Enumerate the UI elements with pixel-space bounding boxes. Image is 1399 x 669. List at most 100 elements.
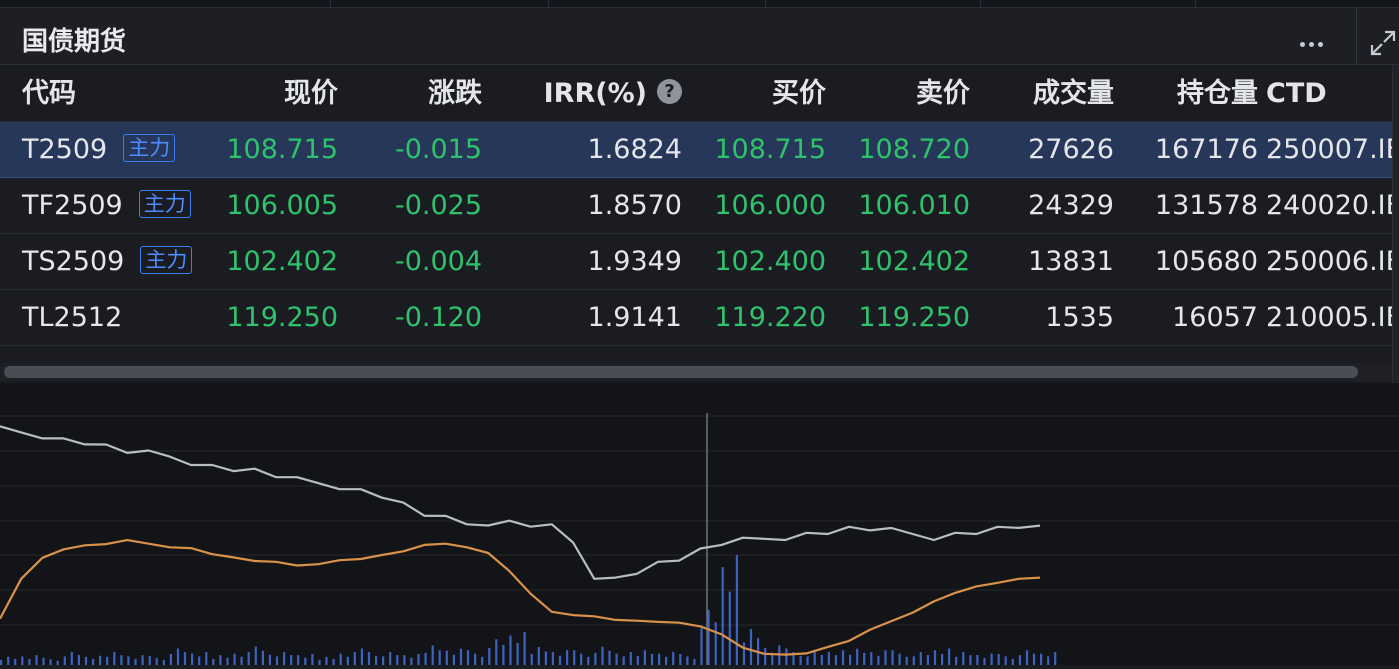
table-row[interactable]: T2509 主力 108.715 -0.015 1.6824 108.715 10… bbox=[0, 122, 1392, 178]
volume-bar bbox=[728, 591, 731, 665]
volume-bar bbox=[63, 656, 66, 665]
volume-bar bbox=[544, 651, 547, 665]
volume-bar bbox=[962, 651, 965, 665]
ctd-cell: 250006.IB bbox=[1266, 246, 1392, 277]
volume-bar bbox=[898, 653, 901, 665]
change-cell: -0.004 bbox=[394, 246, 482, 277]
volume-bar bbox=[1018, 655, 1021, 665]
volume-bar bbox=[445, 650, 448, 665]
vertical-scrollbar[interactable] bbox=[1392, 65, 1399, 383]
volume-bar bbox=[134, 658, 137, 665]
volume-bar bbox=[84, 656, 88, 665]
volume-bar bbox=[77, 655, 80, 665]
contract-code-cell: T2509 主力 bbox=[22, 122, 202, 178]
volume-bar bbox=[721, 567, 724, 665]
volume-bar bbox=[353, 651, 356, 665]
volume-bar bbox=[650, 654, 654, 665]
col-header-price[interactable]: 现价 bbox=[180, 65, 338, 122]
volume-bar bbox=[1040, 653, 1043, 665]
ask-cell: 108.720 bbox=[858, 134, 970, 165]
contract-code: T2509 bbox=[22, 134, 108, 165]
panel-title: 国债期货 bbox=[22, 27, 127, 57]
volume-bar bbox=[141, 655, 144, 665]
contract-code-cell: TF2509 主力 bbox=[22, 178, 202, 234]
contract-code-cell: TS2509 主力 bbox=[22, 234, 202, 290]
open-interest-cell: 105680 bbox=[1154, 246, 1258, 277]
volume-bar bbox=[615, 653, 618, 665]
volume-bar bbox=[665, 656, 668, 665]
col-header-ask[interactable]: 卖价 bbox=[830, 65, 970, 122]
volume-bar bbox=[325, 656, 328, 665]
volume-bar bbox=[933, 650, 937, 665]
volume-bar bbox=[304, 657, 307, 665]
contract-code: TS2509 bbox=[22, 246, 125, 277]
volume-bar bbox=[827, 651, 830, 665]
col-header-code[interactable]: 代码 bbox=[22, 65, 202, 122]
volume-bar bbox=[410, 657, 413, 665]
volume-bar bbox=[42, 657, 45, 665]
question-circle-icon[interactable]: ? bbox=[657, 79, 682, 104]
volume-bar bbox=[339, 653, 342, 665]
volume-bar bbox=[113, 651, 116, 665]
volume-bar bbox=[905, 656, 908, 665]
volume-bar bbox=[820, 655, 823, 665]
col-header-bid[interactable]: 买价 bbox=[690, 65, 826, 122]
top-strip bbox=[0, 0, 1399, 8]
volume-bar bbox=[714, 622, 717, 665]
volume-bar bbox=[551, 652, 554, 665]
volume-bar bbox=[240, 656, 243, 665]
volume-bar bbox=[481, 656, 484, 665]
volume-bar bbox=[841, 650, 845, 665]
main-contract-badge: 主力 bbox=[123, 133, 176, 162]
ask-cell: 119.250 bbox=[858, 302, 970, 333]
volume-bar bbox=[629, 652, 632, 665]
table-row[interactable]: TL2512 119.250 -0.120 1.9141 119.220 119… bbox=[0, 290, 1392, 346]
intraday-chart-svg bbox=[0, 413, 1399, 665]
volume-bar bbox=[254, 646, 257, 665]
volume-cell: 24329 bbox=[1028, 190, 1114, 221]
volume-bar bbox=[49, 659, 52, 665]
volume-bar bbox=[672, 651, 675, 665]
col-header-change[interactable]: 涨跌 bbox=[340, 65, 482, 122]
volume-bar bbox=[566, 650, 569, 665]
volume-bar bbox=[891, 650, 894, 665]
volume-bar bbox=[233, 653, 236, 665]
volume-bar bbox=[658, 653, 661, 665]
table-row[interactable]: TS2509 主力 102.402 -0.004 1.9349 102.400 1… bbox=[0, 234, 1392, 290]
volume-bar bbox=[636, 655, 639, 665]
volume-bar bbox=[417, 654, 420, 665]
expand-icon[interactable] bbox=[1368, 28, 1398, 58]
volume-bar bbox=[516, 643, 519, 665]
volume-bar bbox=[856, 648, 859, 665]
volume-bar bbox=[28, 658, 31, 665]
volume-bar bbox=[212, 658, 215, 665]
ctd-cell: 250007.IB bbox=[1266, 134, 1392, 165]
volume-bar bbox=[799, 655, 802, 665]
table-row[interactable]: TF2509 主力 106.005 -0.025 1.8570 106.000 1… bbox=[0, 178, 1392, 234]
volume-bar bbox=[169, 654, 172, 665]
volume-bar bbox=[70, 652, 73, 665]
volume-bar bbox=[764, 647, 767, 665]
volume-bar bbox=[863, 652, 866, 665]
volume-bar bbox=[976, 655, 979, 665]
volume-bar bbox=[742, 642, 746, 665]
volume-bar bbox=[806, 656, 809, 665]
horizontal-scrollbar-thumb[interactable] bbox=[4, 366, 1358, 378]
volume-bar bbox=[969, 655, 972, 665]
col-header-open-interest[interactable]: 持仓量 bbox=[1118, 65, 1258, 122]
volume-bar bbox=[283, 652, 286, 665]
volume-cell: 27626 bbox=[1028, 134, 1114, 165]
volume-bar bbox=[92, 658, 95, 665]
volume-bar bbox=[21, 656, 24, 665]
more-horizontal-icon[interactable] bbox=[1300, 32, 1330, 47]
volume-bar bbox=[884, 650, 887, 665]
col-header-irr[interactable]: IRR(%)? bbox=[490, 65, 682, 122]
volume-bar bbox=[813, 652, 816, 665]
volume-bar bbox=[601, 646, 604, 665]
ask-cell: 106.010 bbox=[858, 190, 970, 221]
col-header-ctd[interactable]: CTD bbox=[1266, 65, 1392, 122]
volume-bar bbox=[608, 650, 611, 665]
volume-bar bbox=[297, 655, 300, 665]
col-header-volume[interactable]: 成交量 bbox=[975, 65, 1114, 122]
change-cell: -0.120 bbox=[394, 302, 482, 333]
